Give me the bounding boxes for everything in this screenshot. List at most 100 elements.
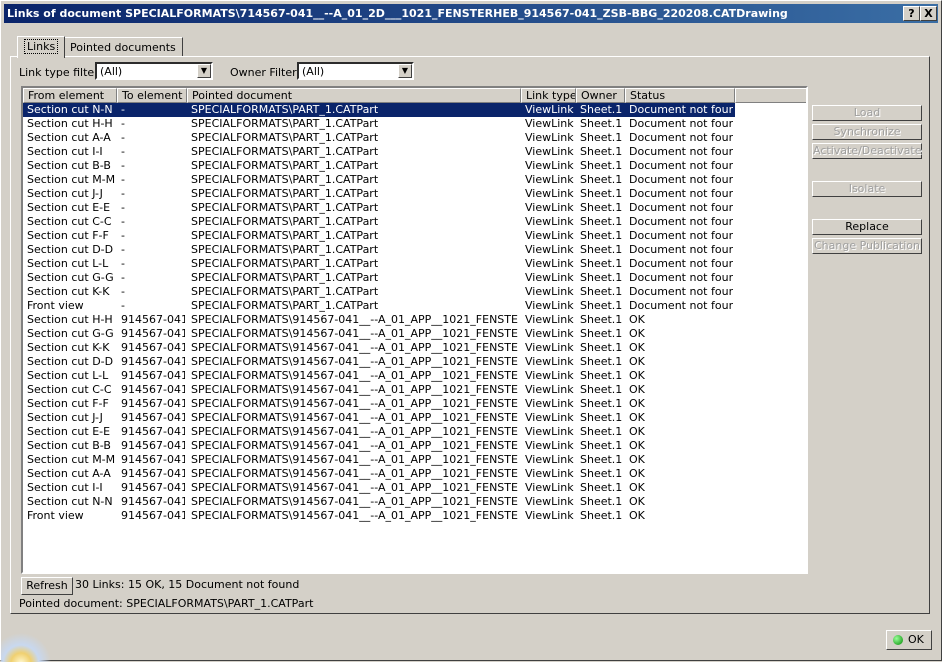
table-cell: -	[121, 187, 125, 200]
table-cell: Document not found	[629, 285, 733, 298]
table-cell: Section cut B-B	[27, 439, 111, 452]
table-cell: SPECIALFORMATS\914567-041__--A_01_APP__1…	[191, 327, 519, 340]
table-row[interactable]: Section cut H-H - SPECIALFORMATS\PART_1.CA…	[23, 117, 735, 131]
close-button[interactable]: X	[920, 6, 937, 21]
table-cell: -	[121, 173, 125, 186]
table-cell: Sheet.1	[580, 131, 623, 144]
table-cell: OK	[629, 397, 645, 410]
table-row[interactable]: Section cut L-L - SPECIALFORMATS\PART_1.CA…	[23, 257, 735, 271]
col-header-pointed-document[interactable]: Pointed document	[187, 88, 521, 103]
col-header-to-element[interactable]: To element	[117, 88, 187, 103]
chevron-down-icon[interactable]: ▼	[197, 64, 211, 78]
owner-filter-select[interactable]: (All) ▼	[297, 62, 414, 80]
table-cell: ViewLink	[525, 341, 574, 354]
table-cell: Section cut M-M	[27, 453, 115, 466]
table-cell: SPECIALFORMATS\914567-041__--A_01_APP__1…	[191, 341, 519, 354]
change-publication-button[interactable]: Change Publication	[812, 238, 922, 254]
table-cell: Section cut H-H	[27, 117, 113, 130]
activate-deactivate-button[interactable]: Activate/Deactivate	[812, 143, 922, 159]
table-row[interactable]: Section cut J-J 914567-041 SPECIALFORMATS\…	[23, 411, 735, 425]
tab-pointed-documents[interactable]: Pointed documents	[63, 37, 183, 56]
table-row[interactable]: Section cut K-K - SPECIALFORMATS\PART_1.CA…	[23, 285, 735, 299]
table-row[interactable]: Section cut D-D - SPECIALFORMATS\PART_1.CA…	[23, 243, 735, 257]
chevron-down-icon[interactable]: ▼	[398, 64, 412, 78]
table-row[interactable]: Section cut E-E - SPECIALFORMATS\PART_1.CA…	[23, 201, 735, 215]
table-cell: Sheet.1	[580, 397, 623, 410]
link-type-filter-value: (All)	[100, 65, 123, 78]
table-cell: Sheet.1	[580, 481, 623, 494]
isolate-button[interactable]: Isolate	[812, 181, 922, 197]
table-cell: Section cut J-J	[27, 411, 103, 424]
table-cell: ViewLink	[525, 159, 574, 172]
table-cell: Sheet.1	[580, 285, 623, 298]
table-cell: SPECIALFORMATS\PART_1.CATPart	[191, 257, 379, 270]
table-cell: -	[121, 257, 125, 270]
table-row[interactable]: Section cut G-G 914567-041 SPECIALFORMATS\…	[23, 327, 735, 341]
links-table[interactable]: From element To element Pointed document…	[21, 86, 808, 574]
table-row[interactable]: Section cut I-I 914567-041 SPECIALFORMATS\…	[23, 481, 735, 495]
table-row[interactable]: Section cut J-J - SPECIALFORMATS\PART_1.CA…	[23, 187, 735, 201]
col-header-from-element[interactable]: From element	[23, 88, 117, 103]
links-summary: 30 Links: 15 OK, 15 Document not found	[75, 578, 300, 591]
table-row[interactable]: Section cut K-K 914567-041 SPECIALFORMATS\…	[23, 341, 735, 355]
table-row[interactable]: Section cut M-M 914567-041 SPECIALFORMATS\…	[23, 453, 735, 467]
table-cell: -	[121, 215, 125, 228]
table-row[interactable]: Section cut N-N 914567-041 SPECIALFORMATS\…	[23, 495, 735, 509]
table-row[interactable]: Section cut A-A - SPECIALFORMATS\PART_1.CA…	[23, 131, 735, 145]
table-cell: 914567-041	[121, 397, 185, 410]
table-row[interactable]: Section cut F-F 914567-041 SPECIALFORMATS\…	[23, 397, 735, 411]
ok-button[interactable]: OK	[886, 630, 932, 650]
table-row[interactable]: Section cut A-A 914567-041 SPECIALFORMATS\…	[23, 467, 735, 481]
title-bar[interactable]: Links of document SPECIALFORMATS\714567-…	[4, 4, 938, 23]
table-cell: Document not found	[629, 201, 733, 214]
tab-links-label: Links	[24, 39, 59, 54]
help-button[interactable]: ?	[903, 6, 920, 21]
table-cell: Sheet.1	[580, 355, 623, 368]
table-cell: Sheet.1	[580, 145, 623, 158]
table-cell: -	[121, 285, 125, 298]
table-row[interactable]: Section cut C-C 914567-041 SPECIALFORMATS\…	[23, 383, 735, 397]
table-cell: Section cut E-E	[27, 425, 111, 438]
table-cell: Document not found	[629, 145, 733, 158]
replace-button[interactable]: Replace	[812, 219, 922, 235]
table-row[interactable]: Section cut L-L 914567-041 SPECIALFORMATS\…	[23, 369, 735, 383]
pointed-document-status: Pointed document: SPECIALFORMATS\PART_1.…	[19, 597, 314, 610]
table-row[interactable]: Front view - SPECIALFORMATS\PART_1.CATPart…	[23, 299, 735, 313]
table-cell: SPECIALFORMATS\PART_1.CATPart	[191, 201, 379, 214]
table-row[interactable]: Section cut B-B 914567-041 SPECIALFORMATS\…	[23, 439, 735, 453]
table-row[interactable]: Section cut C-C - SPECIALFORMATS\PART_1.CA…	[23, 215, 735, 229]
table-cell: Sheet.1	[580, 411, 623, 424]
table-cell: ViewLink	[525, 467, 574, 480]
col-header-owner[interactable]: Owner	[576, 88, 625, 103]
table-row[interactable]: Section cut H-H 914567-041 SPECIALFORMATS\…	[23, 313, 735, 327]
table-cell: 914567-041	[121, 327, 185, 340]
table-cell: Sheet.1	[580, 439, 623, 452]
link-type-filter-select[interactable]: (All) ▼	[95, 62, 213, 80]
tab-links[interactable]: Links	[17, 36, 66, 58]
table-cell: ViewLink	[525, 215, 574, 228]
table-row[interactable]: Section cut G-G - SPECIALFORMATS\PART_1.CA…	[23, 271, 735, 285]
table-cell: ViewLink	[525, 313, 574, 326]
table-cell: ViewLink	[525, 397, 574, 410]
table-cell: Section cut B-B	[27, 159, 111, 172]
table-row[interactable]: Section cut B-B - SPECIALFORMATS\PART_1.CA…	[23, 159, 735, 173]
table-row[interactable]: Section cut D-D 914567-041 SPECIALFORMATS\…	[23, 355, 735, 369]
col-header-link-type[interactable]: Link type	[521, 88, 576, 103]
table-cell: 914567-041	[121, 453, 185, 466]
table-cell: SPECIALFORMATS\PART_1.CATPart	[191, 173, 379, 186]
load-button[interactable]: Load	[812, 105, 922, 121]
synchronize-button[interactable]: Synchronize	[812, 124, 922, 140]
table-cell: SPECIALFORMATS\PART_1.CATPart	[191, 243, 379, 256]
table-row[interactable]: Section cut M-M - SPECIALFORMATS\PART_1.CA…	[23, 173, 735, 187]
col-header-status[interactable]: Status	[625, 88, 735, 103]
table-row[interactable]: Section cut F-F - SPECIALFORMATS\PART_1.CA…	[23, 229, 735, 243]
table-row[interactable]: Section cut I-I - SPECIALFORMATS\PART_1.CA…	[23, 145, 735, 159]
table-cell: SPECIALFORMATS\PART_1.CATPart	[191, 159, 379, 172]
table-row[interactable]: Section cut E-E 914567-041 SPECIALFORMATS\…	[23, 425, 735, 439]
table-cell: SPECIALFORMATS\PART_1.CATPart	[191, 271, 379, 284]
table-cell: OK	[629, 313, 645, 326]
table-row[interactable]: Section cut N-N - SPECIALFORMATS\PART_1.CA…	[23, 103, 735, 117]
refresh-button[interactable]: Refresh	[21, 577, 73, 595]
table-row[interactable]: Front view 914567-041 SPECIALFORMATS\91456…	[23, 509, 735, 523]
table-cell: Document not found	[629, 215, 733, 228]
